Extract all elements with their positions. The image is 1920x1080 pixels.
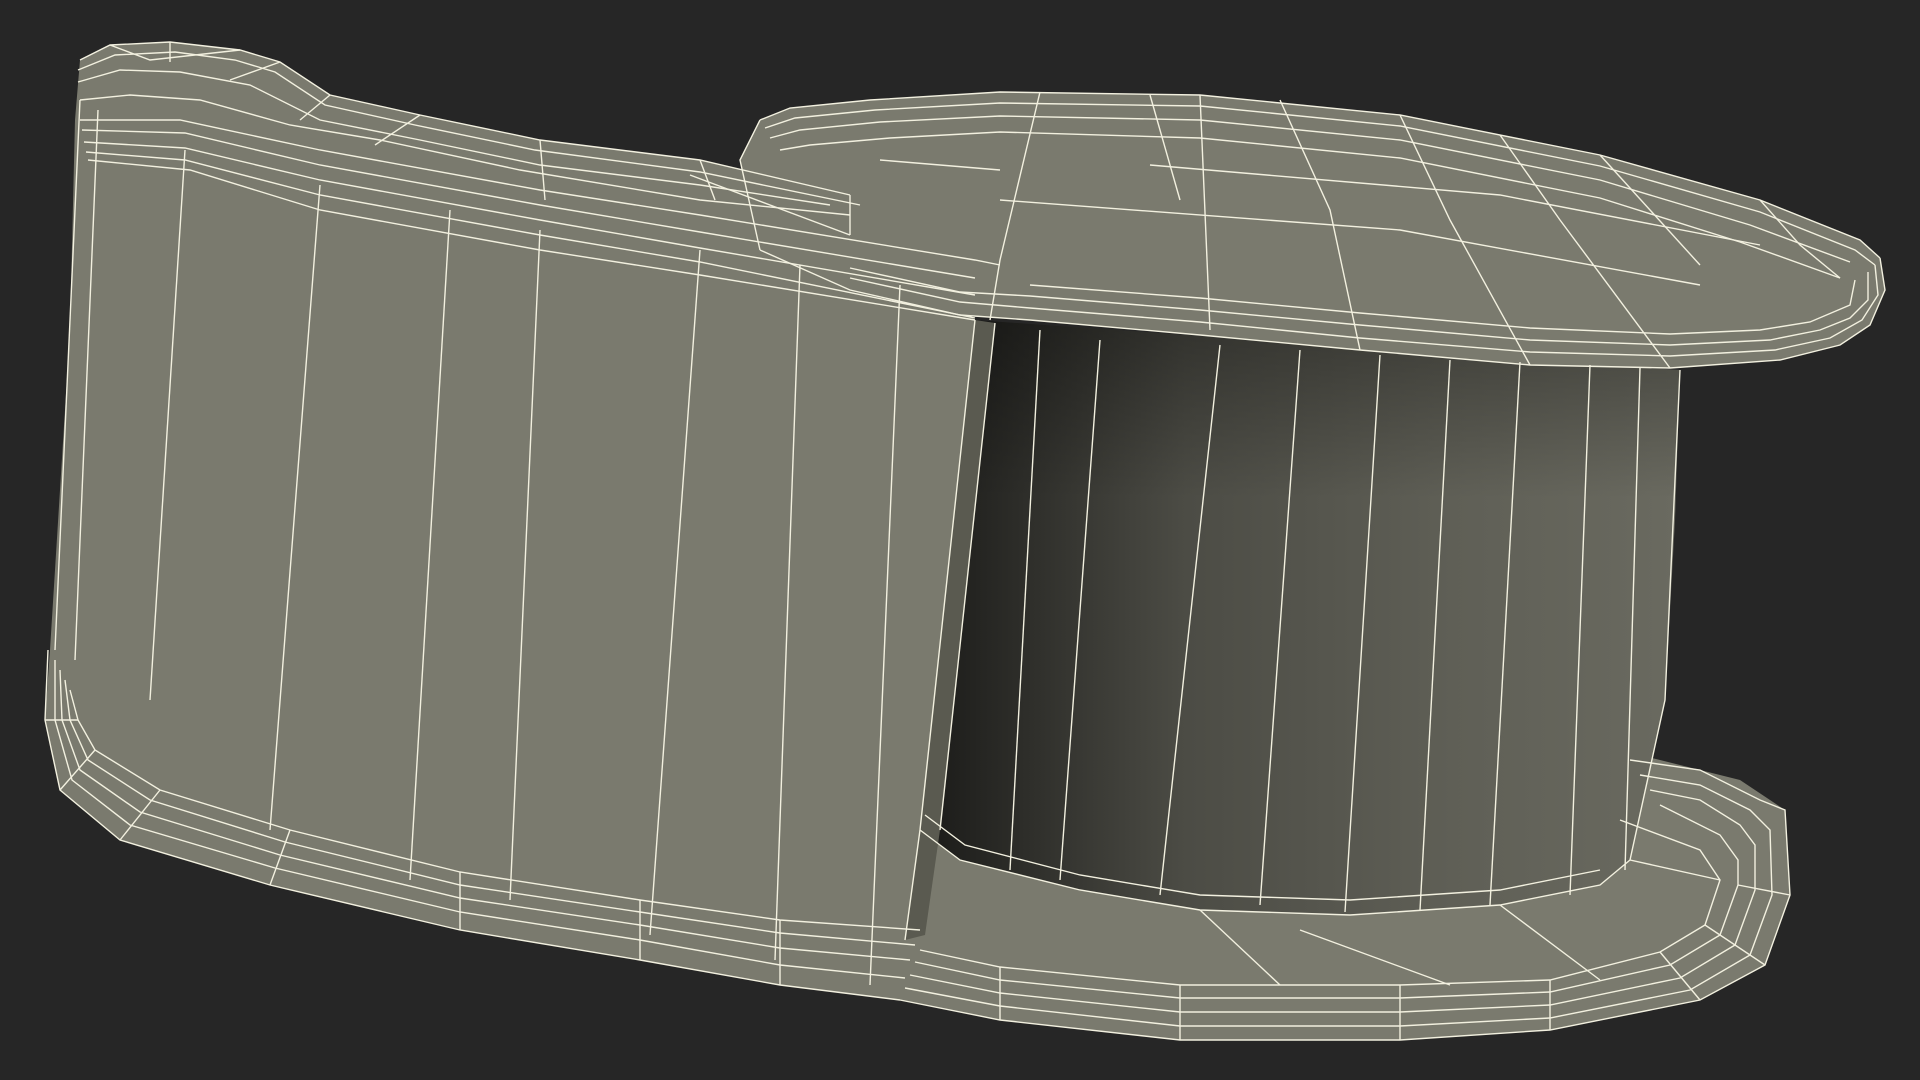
render-viewport [0,0,1920,1080]
inner-hub-shade [920,320,1680,915]
wireframe-model-render [44,41,1886,1041]
